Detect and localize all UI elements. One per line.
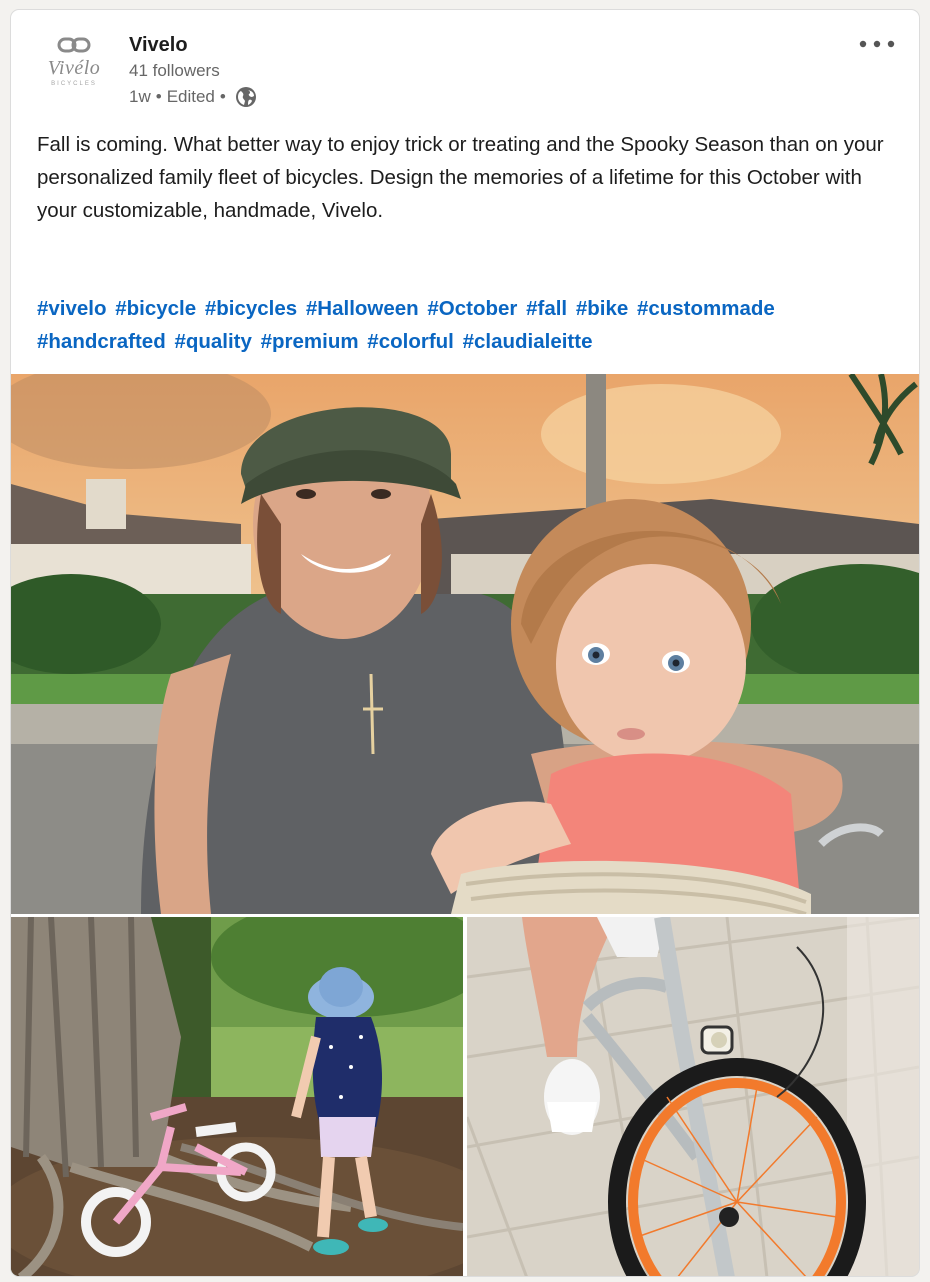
chain-link-icon xyxy=(57,37,91,53)
post-time: 1w xyxy=(129,87,151,106)
post-card: Vivélo BICYCLES Vivelo 41 followers 1w •… xyxy=(10,9,920,1277)
hashtag-link[interactable]: #colorful xyxy=(367,330,454,353)
globe-icon xyxy=(235,87,256,107)
hashtag-link[interactable]: #bicycle xyxy=(115,297,196,320)
author-info: Vivelo 41 followers 1w • Edited • xyxy=(129,32,257,110)
logo-wordmark: Vivélo xyxy=(47,57,101,79)
post-image-main[interactable] xyxy=(11,374,919,914)
hashtag-link[interactable]: #quality xyxy=(174,330,251,353)
post-meta: 1w • Edited • xyxy=(129,84,257,110)
hashtag-link[interactable]: #Halloween xyxy=(306,297,419,320)
post-image-toddler[interactable] xyxy=(11,917,463,1276)
author-name[interactable]: Vivelo xyxy=(129,32,257,58)
photo-woman-baby xyxy=(11,374,919,914)
hashtag-link[interactable]: #fall xyxy=(526,297,567,320)
photo-toddler-bike xyxy=(11,917,463,1276)
photo-bicycle-wheel xyxy=(467,917,919,1276)
hashtag-link[interactable]: #custommade xyxy=(637,297,775,320)
follower-count: 41 followers xyxy=(129,61,220,80)
edited-label: Edited xyxy=(166,87,215,106)
meta-separator: • xyxy=(219,87,226,106)
hashtag-link[interactable]: #premium xyxy=(261,330,359,353)
post-image-bicycle[interactable] xyxy=(467,917,919,1276)
hashtag-link[interactable]: #bike xyxy=(576,297,628,320)
company-logo[interactable]: Vivélo BICYCLES xyxy=(33,34,115,102)
meta-separator: • xyxy=(155,87,162,106)
hashtag-link[interactable]: #bicycles xyxy=(205,297,297,320)
more-options-button[interactable] xyxy=(857,34,897,54)
logo-subtitle: BICYCLES xyxy=(51,81,97,87)
hashtag-link[interactable]: #vivelo xyxy=(37,297,107,320)
post-body: Fall is coming. What better way to enjoy… xyxy=(37,133,884,222)
more-horizontal-icon xyxy=(859,40,895,48)
hashtag-link[interactable]: #claudialeitte xyxy=(463,330,593,353)
hashtag-link[interactable]: #handcrafted xyxy=(37,330,166,353)
hashtag-link[interactable]: #October xyxy=(427,297,517,320)
hashtag-list: #vivelo #bicycle #bicycles #Halloween #O… xyxy=(37,292,907,358)
